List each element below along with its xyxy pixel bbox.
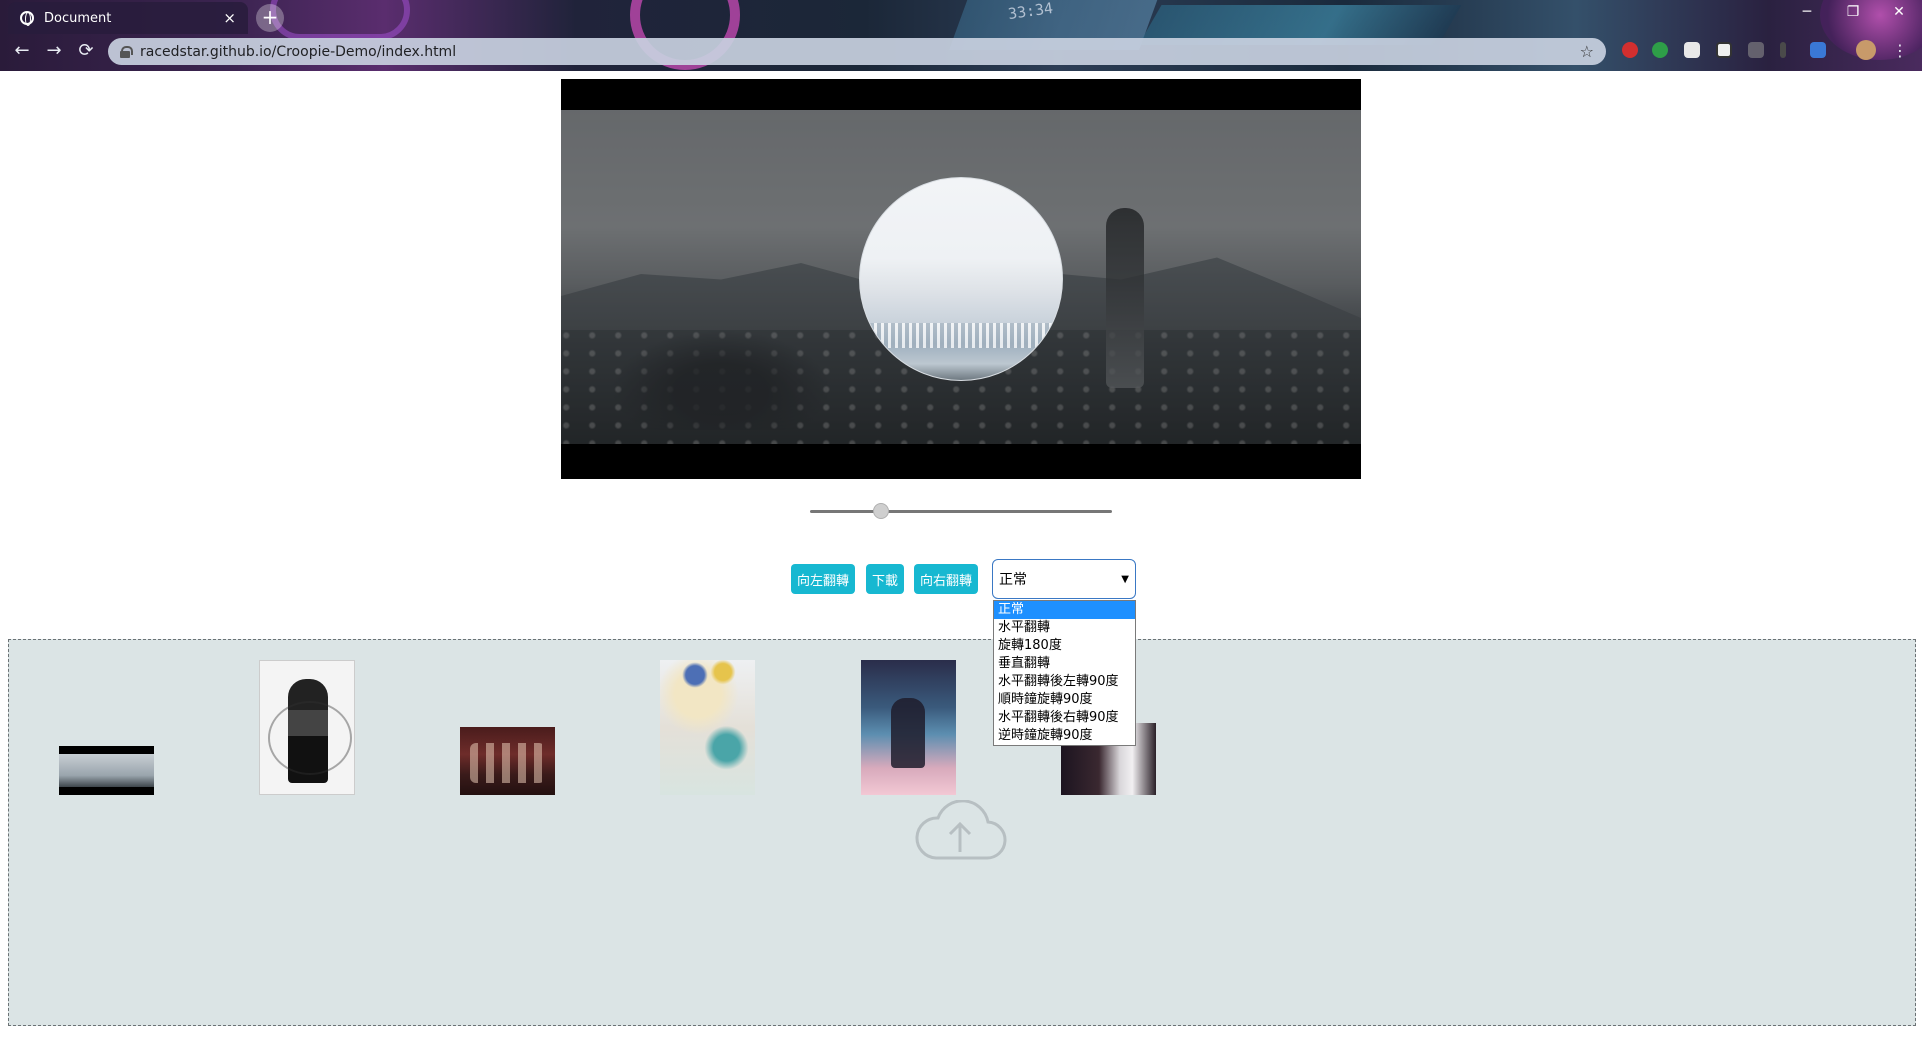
- tab-title: Document: [44, 10, 112, 26]
- minimize-button[interactable]: ─: [1784, 4, 1830, 20]
- bookmark-star-icon[interactable]: ☆: [1580, 42, 1594, 61]
- close-tab-icon[interactable]: ×: [223, 9, 236, 27]
- back-button[interactable]: ←: [10, 40, 34, 62]
- orientation-option[interactable]: 正常: [994, 601, 1135, 619]
- orientation-option[interactable]: 水平翻轉: [994, 619, 1135, 637]
- forward-button[interactable]: →: [42, 40, 66, 62]
- orientation-options-list[interactable]: 正常 水平翻轉 旋轉180度 垂直翻轉 水平翻轉後左轉90度 順時鐘旋轉90度 水平翻轉後右…: [993, 600, 1136, 746]
- reload-button[interactable]: ⟳: [74, 40, 98, 62]
- url-text[interactable]: racedstar.github.io/Croopie-Demo/index.h…: [140, 44, 1580, 60]
- thumbnail-image[interactable]: [660, 660, 755, 795]
- orientation-option[interactable]: 垂直翻轉: [994, 655, 1135, 673]
- orientation-selected-value: 正常: [999, 572, 1027, 588]
- download-button[interactable]: 下載: [866, 564, 904, 594]
- thumbnail-image[interactable]: [259, 660, 355, 795]
- globe-icon: [20, 11, 34, 26]
- circle-crop-area[interactable]: [859, 177, 1063, 381]
- new-tab-button[interactable]: +: [256, 4, 284, 32]
- dropdown-caret-icon: ▼: [1121, 573, 1129, 585]
- browser-chrome: 33:34 Document × + ─ ❐ ✕ ← → ⟳ racedstar…: [0, 0, 1922, 71]
- zoom-slider-track[interactable]: [810, 510, 1112, 513]
- zoom-slider[interactable]: [810, 503, 1112, 519]
- restore-button[interactable]: ❐: [1830, 4, 1876, 20]
- address-bar[interactable]: racedstar.github.io/Croopie-Demo/index.h…: [108, 38, 1606, 65]
- thumbnail-image[interactable]: [460, 727, 555, 795]
- profile-avatar[interactable]: [1856, 40, 1876, 60]
- lock-icon: [120, 45, 133, 58]
- rotate-right-button[interactable]: 向右翻轉: [914, 564, 978, 594]
- extension-icon[interactable]: [1652, 42, 1668, 58]
- orientation-option[interactable]: 逆時鐘旋轉90度: [994, 727, 1135, 745]
- translate-extension-icon[interactable]: [1810, 42, 1826, 58]
- thumbnail-image[interactable]: [861, 660, 956, 795]
- orientation-select[interactable]: 正常 ▼: [992, 559, 1136, 599]
- extension-icon[interactable]: [1716, 42, 1732, 58]
- orientation-option[interactable]: 水平翻轉後左轉90度: [994, 673, 1135, 691]
- extension-icon[interactable]: [1780, 42, 1786, 58]
- orientation-option[interactable]: 水平翻轉後右轉90度: [994, 709, 1135, 727]
- thumbnail-image[interactable]: [59, 746, 154, 795]
- extension-icon[interactable]: [1622, 42, 1638, 58]
- menu-kebab-icon[interactable]: ⋮: [1888, 40, 1912, 62]
- cloud-upload-icon[interactable]: [912, 800, 1008, 864]
- close-window-button[interactable]: ✕: [1876, 4, 1922, 20]
- orientation-option[interactable]: 旋轉180度: [994, 637, 1135, 655]
- zoom-slider-thumb[interactable]: [873, 503, 889, 519]
- theme-decoration: [270, 0, 410, 40]
- extension-icon[interactable]: [1748, 42, 1764, 58]
- browser-tab[interactable]: Document ×: [8, 2, 248, 34]
- rotate-left-button[interactable]: 向左翻轉: [791, 564, 855, 594]
- orientation-option[interactable]: 順時鐘旋轉90度: [994, 691, 1135, 709]
- crop-viewport[interactable]: [561, 79, 1361, 479]
- extension-icon[interactable]: [1684, 42, 1700, 58]
